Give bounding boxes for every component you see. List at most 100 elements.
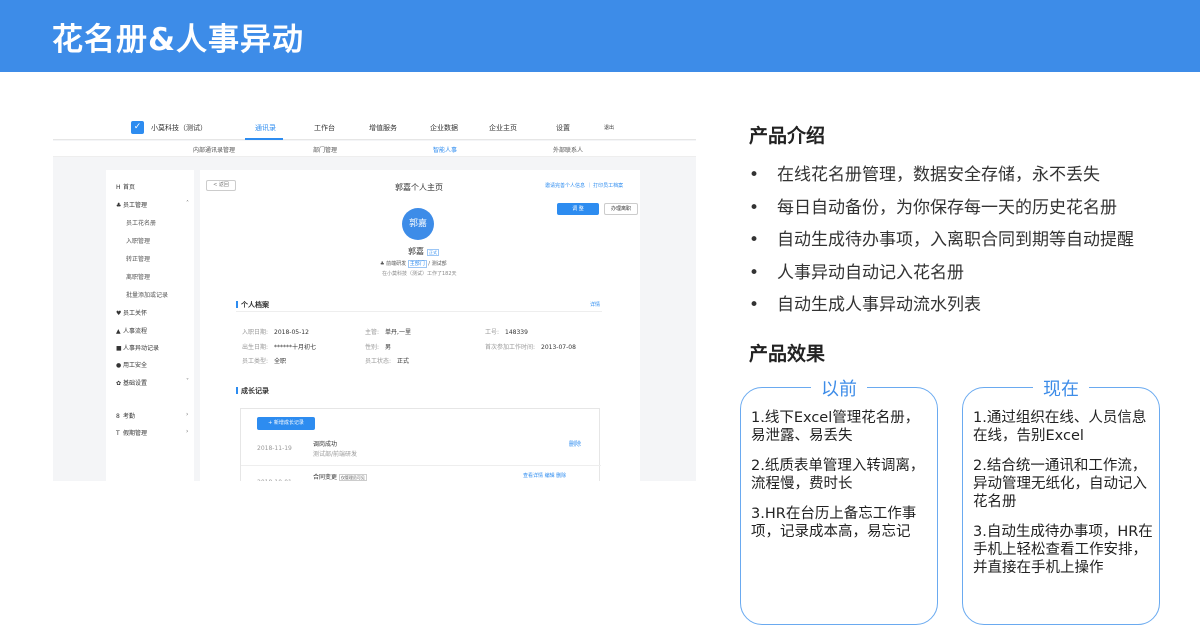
visibility-badge: 仅管理员可见 — [338, 474, 367, 481]
shield-icon: ● — [116, 362, 122, 369]
app-screenshot: ✓ 小莫科技（测试） 通讯录 工作台 增值服务 企业数据 企业主页 设置 退出 … — [53, 114, 696, 481]
profile-top-links[interactable]: 邀请完善个人信息 ｜ 打印员工档案 — [545, 182, 623, 189]
sidebar-item-regular[interactable]: 转正管理 — [126, 254, 150, 263]
back-button[interactable]: < 返回 — [206, 180, 236, 191]
sidebar-item-care[interactable]: ♥ 员工关怀 — [116, 308, 147, 317]
bullet-icon: • — [749, 230, 760, 250]
profile-dept: ♣ 前端研发 主部门 / 测试部 — [380, 260, 447, 268]
sidebar-item-security[interactable]: ● 用工安全 — [116, 360, 147, 369]
sidebar-item-roster[interactable]: 员工花名册 — [126, 218, 156, 227]
divider — [236, 311, 602, 312]
now-item: 2.结合统一通讯和工作流，异动管理无纸化，自动记入花名册 — [973, 458, 1147, 510]
now-item: 3.自动生成待办事项，HR在手机上轻松查看工作安排，并直接在手机上操作 — [973, 524, 1153, 576]
sidebar-item-basic[interactable]: ✿ 基础设置 ˅ — [116, 378, 189, 387]
status-badge: 正式 — [427, 249, 439, 256]
detail-link[interactable]: 详情 — [590, 301, 600, 308]
field-status: 员工状态: 正式 — [365, 358, 410, 365]
subnav-smart-hr[interactable]: 智能人事 — [433, 145, 457, 154]
subnav-internal[interactable]: 内部通讯录管理 — [193, 145, 235, 154]
record-actions[interactable]: 查看详情 编辑 删除 — [523, 472, 566, 479]
page-title: 花名册&人事异动 — [52, 22, 305, 58]
nav-active-indicator — [245, 138, 283, 140]
avatar: 郭嘉 — [402, 208, 434, 240]
record-title: 调岗成功 — [313, 441, 338, 448]
person-icon: ▲ — [116, 328, 121, 335]
effect-heading: 产品效果 — [749, 343, 826, 365]
before-item: 1.线下Excel管理花名册，易泄露、易丢失 — [751, 410, 920, 444]
section-profile-title: 个人档案 — [236, 300, 269, 310]
bullet-icon: • — [749, 165, 760, 185]
sidebar-item-onboard[interactable]: 入职管理 — [126, 236, 150, 245]
field-manager: 主管: 单丹,一里 — [365, 329, 411, 336]
nav-workbench[interactable]: 工作台 — [314, 123, 335, 133]
nav-settings[interactable]: 设置 — [556, 123, 570, 133]
list-item: • 人事异动自动记入花名册 — [749, 262, 964, 283]
field-first-work: 首次参加工作时间: 2013-07-08 — [485, 344, 576, 351]
nav-enterprise-home[interactable]: 企业主页 — [489, 123, 517, 133]
record-desc: 测试部/前端研发 — [313, 451, 358, 458]
nav-enterprise-data[interactable]: 企业数据 — [430, 123, 458, 133]
before-item: 3.HR在台历上备忘工作事项，记录成本高，易忘记 — [751, 506, 917, 540]
sidebar-item-home[interactable]: H 首页 — [116, 182, 135, 191]
before-label: 以前 — [811, 379, 867, 400]
divider — [241, 465, 601, 466]
heart-icon: ♥ — [116, 310, 122, 317]
sidebar-item-leave[interactable]: T 假期管理 › — [116, 428, 188, 437]
now-box: 现在 1.通过组织在线、人员信息在线，告别Excel 2.结合统一通讯和工作流，… — [962, 379, 1160, 625]
profile-name: 郭嘉 正式 — [408, 247, 439, 256]
subnav-external[interactable]: 外部联系人 — [553, 145, 583, 154]
sidebar-item-process[interactable]: ▲ 人事流程 — [116, 326, 147, 335]
bullet-icon: • — [749, 197, 760, 218]
sidebar-item-attendance[interactable]: 8 考勤 › — [116, 411, 188, 420]
resign-button[interactable]: 办理离职 — [604, 203, 638, 215]
nav-value-added[interactable]: 增值服务 — [369, 123, 397, 133]
adjust-button[interactable]: 调 整 — [557, 203, 599, 215]
list-item: • 在线花名册管理，数据安全存储，永不丢失 — [749, 165, 1100, 185]
list-item: • 自动生成待办事项，入离职合同到期等自动提醒 — [749, 230, 1134, 250]
header-banner: 花名册&人事异动 — [0, 0, 1200, 72]
now-item: 1.通过组织在线、人员信息在线，告别Excel — [973, 410, 1147, 444]
add-record-button[interactable]: + 新增成长记录 — [257, 417, 315, 430]
document-icon: ■ — [116, 345, 122, 352]
list-item: • 每日自动备份，为你保存每一天的历史花名册 — [749, 197, 1117, 218]
list-item: • 自动生成人事异动流水列表 — [749, 295, 981, 315]
field-birth: 出生日期: ******十月初七 — [242, 344, 317, 351]
subnav-dept[interactable]: 部门管理 — [313, 145, 337, 154]
profile-page-title: 郭嘉个人主页 — [395, 183, 443, 192]
sidebar-item-staff[interactable]: ♣ 员工管理 ˄ — [116, 200, 189, 209]
app-subnav: 内部通讯录管理 部门管理 智能人事 外部联系人 — [53, 141, 696, 157]
before-box: 以前 1.线下Excel管理花名册，易泄露、易丢失 2.纸质表单管理入转调离，流… — [740, 379, 938, 625]
home-icon: H — [116, 184, 121, 191]
record-date: 2018-11-19 — [257, 445, 292, 452]
app-topbar: ✓ 小莫科技（测试） 通讯录 工作台 增值服务 企业数据 企业主页 设置 退出 — [53, 114, 696, 140]
before-item: 2.纸质表单管理入转调离，流程慢，费时长 — [751, 458, 925, 492]
chevron-up-icon: ˄ — [186, 200, 189, 207]
tshirt-icon: T — [116, 430, 120, 437]
delete-link[interactable]: 删除 — [569, 439, 581, 448]
chevron-right-icon: › — [186, 411, 189, 418]
chevron-right-icon: › — [186, 428, 189, 435]
sidebar-item-batch[interactable]: 批量添加或记录 — [126, 290, 168, 299]
record-date: 2018-10-01 — [257, 479, 292, 481]
bullet-icon: • — [749, 262, 760, 283]
sidebar-item-change-log[interactable]: ■人事异动记录 — [116, 343, 159, 352]
intro-heading: 产品介绍 — [749, 125, 826, 147]
chevron-down-icon: ˅ — [186, 378, 189, 385]
gear-icon: ✿ — [116, 380, 122, 387]
nav-contacts[interactable]: 通讯录 — [255, 123, 276, 133]
sidebar: H 首页 ♣ 员工管理 ˄ 员工花名册 入职管理 转正管理 离职管理 批量添加或记录 … — [106, 170, 194, 481]
field-type: 员工类型: 全职 — [242, 358, 287, 365]
company-name: 小莫科技（测试） — [151, 124, 207, 132]
nav-logout[interactable]: 退出 — [604, 124, 614, 131]
app-logo-icon: ✓ — [131, 121, 144, 134]
field-gender: 性别: 男 — [365, 344, 392, 351]
main-dept-badge: 主部门 — [407, 260, 427, 268]
section-growth-title: 成长记录 — [236, 386, 269, 396]
sidebar-item-resign[interactable]: 离职管理 — [126, 272, 150, 281]
field-join: 入职日期: 2018-05-12 — [242, 329, 309, 336]
record-title-2: 合同变更 仅管理员可见 — [313, 474, 367, 481]
now-label: 现在 — [1033, 379, 1089, 400]
location-icon: 8 — [116, 413, 120, 420]
profile-work-info: 在小莫科技（测试）工作了182天 — [382, 271, 457, 277]
users-icon: ♣ — [116, 202, 122, 209]
